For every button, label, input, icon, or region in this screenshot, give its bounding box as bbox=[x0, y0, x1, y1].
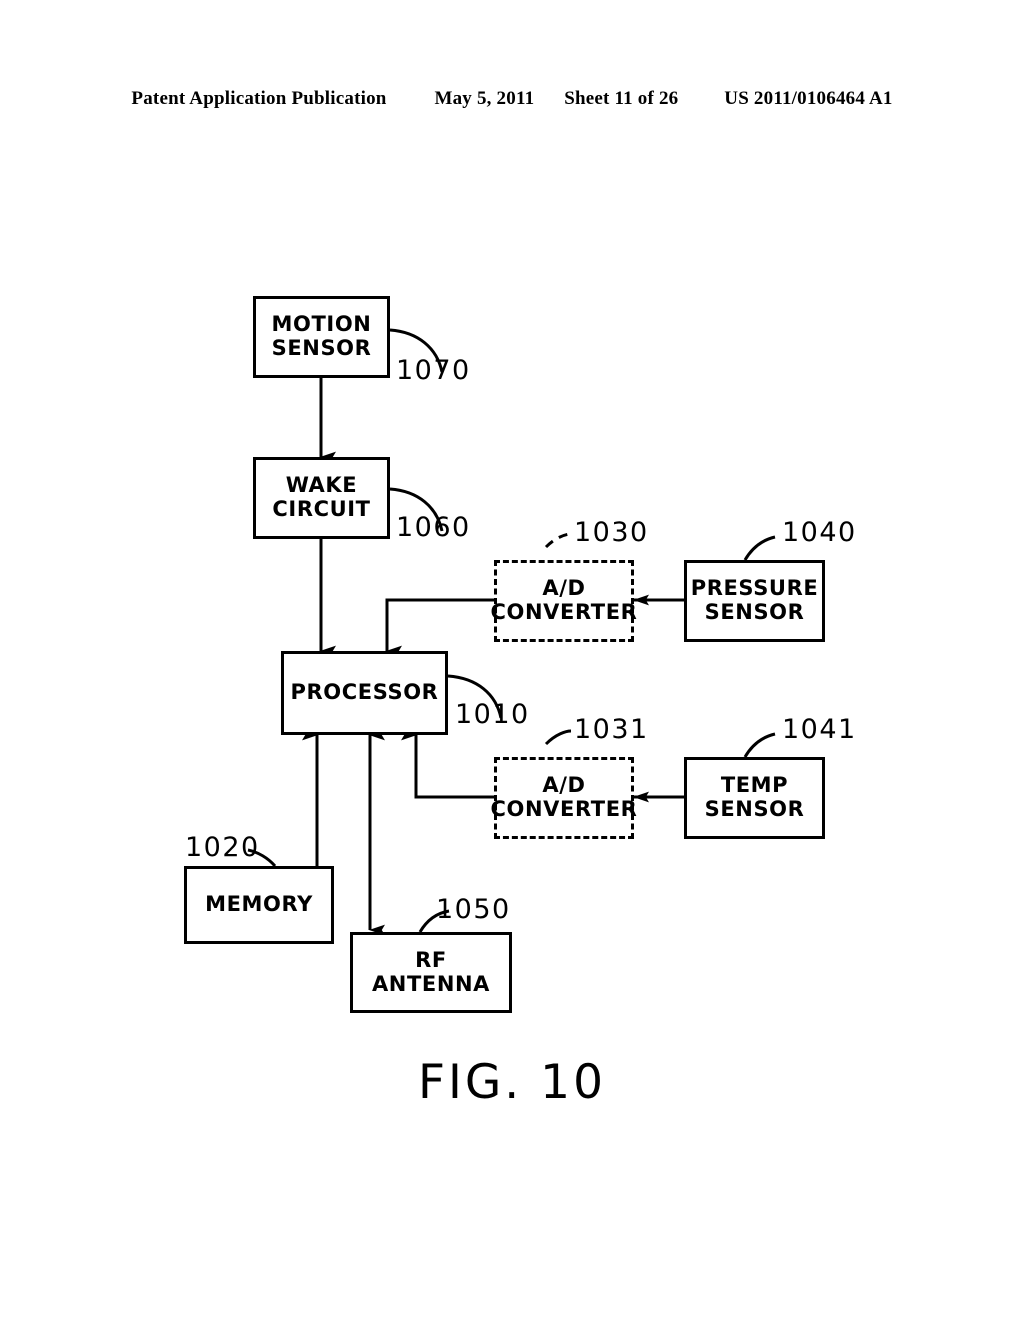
refnum-processor: 1010 bbox=[455, 699, 530, 730]
leader-pressure-sensor bbox=[743, 535, 776, 561]
temp-sensor-line-2: SENSOR bbox=[704, 797, 805, 821]
block-wake-circuit-label: WAKE CIRCUIT bbox=[269, 474, 373, 521]
leader-ad-converter-2 bbox=[544, 729, 572, 746]
block-processor-label: PROCESSOR bbox=[290, 680, 439, 705]
block-memory[interactable]: MEMORY bbox=[184, 866, 334, 944]
refnum-rf-antenna: 1050 bbox=[436, 894, 511, 925]
block-rf-antenna-label: RF ANTENNA bbox=[371, 947, 491, 996]
block-processor[interactable]: PROCESSOR bbox=[281, 651, 448, 735]
block-ad-converter-1[interactable]: A/D CONVERTER bbox=[491, 560, 637, 642]
block-ad-converter-2[interactable]: A/D CONVERTER bbox=[491, 757, 637, 839]
block-ad-converter-2-label: A/D CONVERTER bbox=[488, 774, 641, 821]
refnum-ad-converter-2: 1031 bbox=[574, 714, 649, 745]
refnum-pressure-sensor: 1040 bbox=[782, 517, 857, 548]
refnum-ad-converter-1: 1030 bbox=[574, 517, 649, 548]
wake-circuit-line-1: WAKE bbox=[285, 473, 358, 498]
wire-ad-converter-1-to-processor bbox=[385, 598, 494, 657]
block-memory-label: MEMORY bbox=[205, 892, 313, 917]
block-pressure-sensor-label: PRESSURE SENSOR bbox=[688, 577, 822, 624]
motion-sensor-line-2: SENSOR bbox=[271, 336, 372, 360]
leader-temp-sensor bbox=[743, 732, 776, 758]
ad-converter-1-line-1: A/D bbox=[542, 576, 586, 601]
block-pressure-sensor[interactable]: PRESSURE SENSOR bbox=[684, 560, 825, 642]
block-rf-antenna[interactable]: RF ANTENNA bbox=[350, 932, 512, 1013]
block-ad-converter-1-label: A/D CONVERTER bbox=[488, 577, 641, 624]
ad-converter-2-line-1: A/D bbox=[542, 773, 586, 798]
block-motion-sensor-label: MOTION SENSOR bbox=[269, 313, 375, 360]
block-temp-sensor[interactable]: TEMP SENSOR bbox=[684, 757, 825, 839]
figure-block-diagram: MOTION SENSOR WAKE CIRCUIT A/D CONVERTER… bbox=[0, 0, 1024, 1320]
figure-caption: FIG. 10 bbox=[417, 1055, 606, 1110]
pressure-sensor-line-2: SENSOR bbox=[704, 600, 805, 624]
wire-ad-converter-2-to-processor bbox=[401, 729, 494, 799]
block-wake-circuit[interactable]: WAKE CIRCUIT bbox=[253, 457, 390, 539]
connection-lines bbox=[247, 328, 776, 936]
ad-converter-2-line-2: CONVERTER bbox=[490, 797, 638, 821]
refnum-motion-sensor: 1070 bbox=[396, 355, 471, 386]
refnum-memory: 1020 bbox=[185, 832, 260, 863]
leader-ad-converter-1 bbox=[544, 532, 572, 549]
refnum-wake-circuit: 1060 bbox=[396, 512, 471, 543]
motion-sensor-line-1: MOTION bbox=[271, 312, 372, 337]
wake-circuit-line-2: CIRCUIT bbox=[272, 497, 371, 521]
refnum-temp-sensor: 1041 bbox=[782, 714, 857, 745]
block-temp-sensor-label: TEMP SENSOR bbox=[702, 774, 808, 821]
ad-converter-1-line-2: CONVERTER bbox=[490, 600, 638, 624]
block-motion-sensor[interactable]: MOTION SENSOR bbox=[253, 296, 390, 378]
temp-sensor-line-1: TEMP bbox=[720, 773, 789, 798]
pressure-sensor-line-1: PRESSURE bbox=[690, 576, 819, 601]
